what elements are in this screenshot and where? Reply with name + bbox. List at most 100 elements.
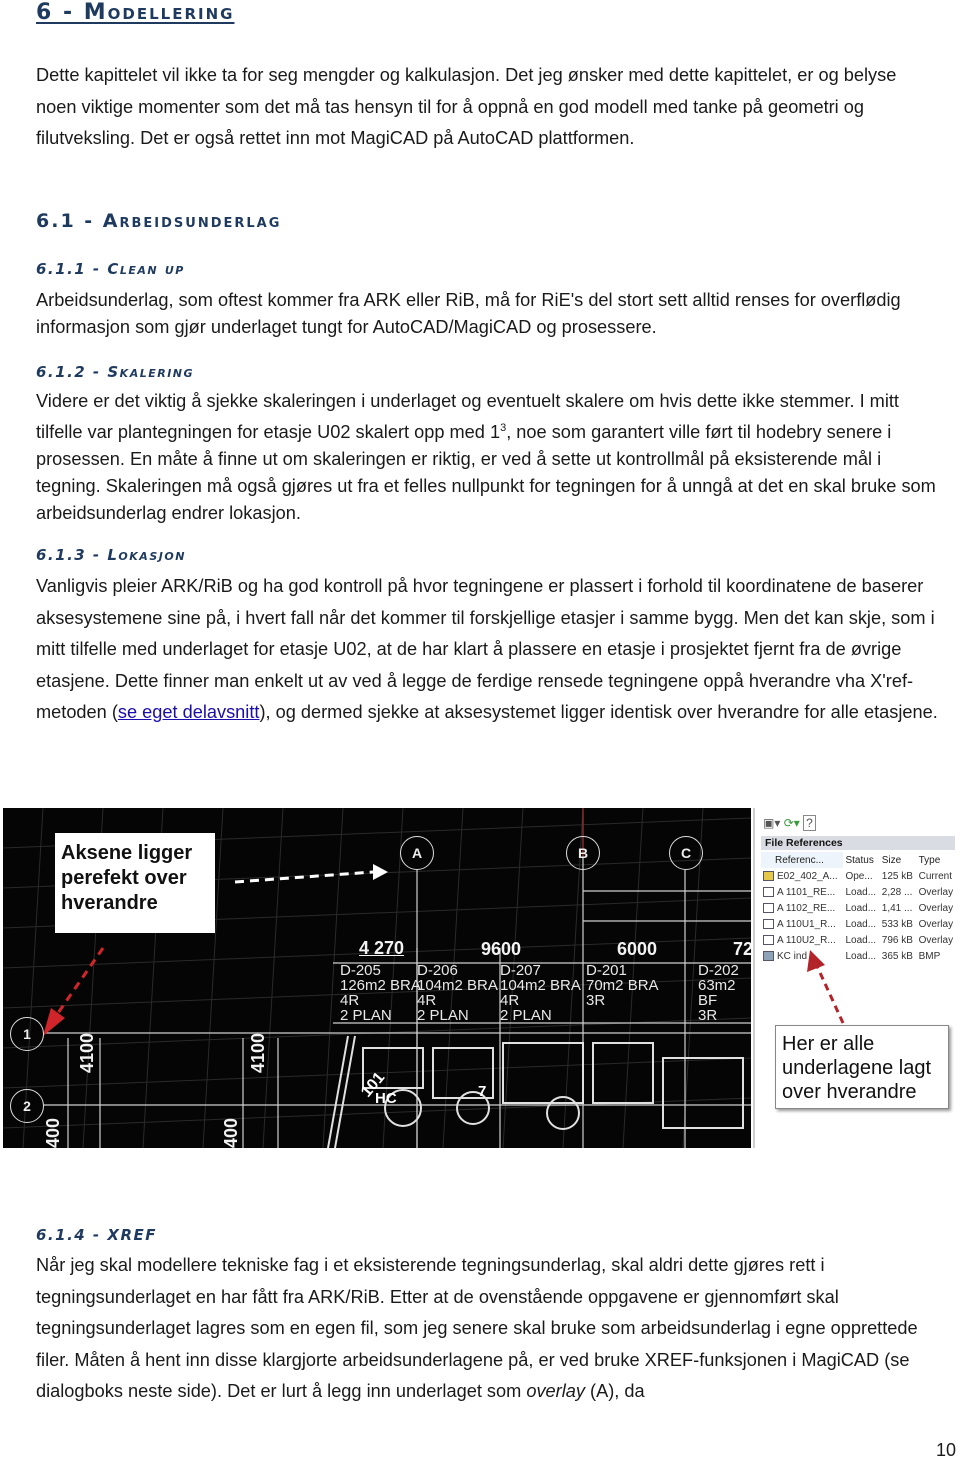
axis-marker-b: B	[566, 836, 600, 870]
xref-icon	[763, 886, 774, 897]
table-row[interactable]: A 110U1_R... Load... 533 kB Overlay	[761, 916, 957, 932]
dimension-4100-right: 4100	[248, 1032, 268, 1073]
reference-name: E02_402_A...	[777, 870, 838, 882]
room-label: D-202 63m2 BF 3R	[698, 963, 751, 1023]
room-area: 126m2 BRA	[340, 977, 421, 994]
room-count: 4R	[340, 992, 360, 1009]
room-id: D-207	[500, 962, 541, 979]
xref-text-2: (A), da	[584, 1381, 645, 1401]
room-label: D-206 104m2 BRA 4R 2 PLAN	[417, 963, 498, 1023]
reference-status: Load...	[845, 918, 877, 930]
axis-marker-a: A	[400, 836, 434, 870]
lokasjon-text-1: Vanligvis pleier ARK/RiB og ha god kontr…	[36, 576, 935, 722]
reference-name: A 1102_RE...	[777, 902, 836, 914]
xref-icon	[763, 918, 774, 929]
room-area: 104m2 BRA	[500, 977, 581, 994]
subsection-heading-clean-up: 6.1.1 - Clean up	[36, 260, 185, 278]
table-header-row: Referenc... Status Size Type	[761, 852, 957, 868]
subsection-heading-lokasjon: 6.1.3 - Lokasjon	[36, 546, 186, 564]
reference-size: 1,41 ...	[881, 902, 913, 914]
xref-italic-overlay: overlay	[526, 1381, 585, 1401]
xref-icon	[763, 902, 774, 913]
dimension-72: 72	[733, 939, 751, 959]
section-heading: 6.1 - Arbeidsunderlag	[36, 210, 282, 232]
room-area: 104m2 BRA	[417, 977, 498, 994]
table-row[interactable]: A 1101_RE... Load... 2,28 ... Overlay	[761, 884, 957, 900]
room-area: 63m2 BF	[698, 977, 736, 1009]
dimension-9600: 9600	[481, 939, 522, 959]
room-id: D-205	[340, 962, 381, 979]
subsection-heading-xref: 6.1.4 - XREF	[36, 1226, 157, 1244]
xref-icon	[763, 934, 774, 945]
room-label: D-201 70m2 BRA 3R	[586, 963, 659, 1008]
reference-size: 2,28 ...	[881, 886, 913, 898]
room-label: D-205 126m2 BRA 4R 2 PLAN	[340, 963, 421, 1023]
room-count: 3R	[586, 992, 606, 1009]
axis-marker-1: 1	[10, 1017, 44, 1051]
clean-up-paragraph: Arbeidsunderlag, som oftest kommer fra A…	[36, 290, 901, 337]
room-id: D-206	[417, 962, 458, 979]
xref-text-1: Når jeg skal modellere tekniske fag i et…	[36, 1255, 918, 1401]
reference-name: A 1101_RE...	[777, 886, 836, 898]
column-header-reference[interactable]: Referenc...	[761, 852, 844, 868]
dimension-400-left: 400	[43, 1117, 63, 1148]
reference-type: Overlay	[918, 918, 954, 930]
file-references-toolbar: ▣▾ ⟳▾ ?	[763, 815, 816, 831]
reference-size: 796 kB	[881, 934, 913, 946]
axis-marker-2: 2	[10, 1089, 44, 1123]
room-plan: 2 PLAN	[417, 1007, 469, 1024]
attach-icon[interactable]: ▣▾	[763, 816, 780, 830]
reference-size: 125 kB	[881, 870, 913, 882]
axis-marker-c: C	[669, 836, 703, 870]
current-drawing-icon	[763, 870, 774, 881]
reference-name: A 110U1_R...	[777, 918, 836, 930]
cad-drawing-canvas: 101 HC 7 Aksene ligger perefekt over hve…	[3, 808, 751, 1148]
lokasjon-paragraph: Vanligvis pleier ARK/RiB og ha god kontr…	[36, 571, 941, 729]
intro-paragraph: Dette kapittelet vil ikke ta for seg men…	[36, 65, 897, 148]
file-references-title: File References	[761, 836, 955, 850]
xref-paragraph: Når jeg skal modellere tekniske fag i et…	[36, 1250, 941, 1408]
reference-status: Load...	[845, 886, 877, 898]
table-row[interactable]: A 1102_RE... Load... 1,41 ... Overlay	[761, 900, 957, 916]
column-header-status[interactable]: Status	[843, 852, 879, 868]
room-plan: 2 PLAN	[500, 1007, 552, 1024]
dimension-4100-left: 4100	[77, 1032, 97, 1073]
room-id: D-201	[586, 962, 627, 979]
room-area: 70m2 BRA	[586, 977, 659, 994]
dimension-4270: 4 270	[359, 938, 405, 958]
refresh-icon[interactable]: ⟳▾	[784, 816, 800, 830]
page-number: 10	[935, 1440, 956, 1460]
dimension-400-right: 400	[221, 1117, 241, 1148]
chapter-heading: 6 - Modellering	[36, 0, 235, 25]
callout-all-overlays: Her er alle underlagene lagt over hveran…	[775, 1025, 949, 1109]
lokasjon-text-2: ), og dermed sjekke at aksesystemet ligg…	[259, 702, 938, 722]
reference-status: Ope...	[845, 870, 873, 882]
reference-name: A 110U2_R...	[777, 934, 836, 946]
reference-status: Load...	[845, 902, 877, 914]
room-label: D-207 104m2 BRA 4R 2 PLAN	[500, 963, 581, 1023]
reference-type: Overlay	[918, 886, 954, 898]
reference-status: Load...	[845, 934, 877, 946]
room-plan: 2 PLAN	[340, 1007, 392, 1024]
plan-label-hc: HC	[375, 1090, 397, 1107]
table-row[interactable]: E02_402_A... Ope... 125 kB Current	[761, 868, 957, 884]
reference-type: Overlay	[918, 934, 954, 946]
delavsnitt-link[interactable]: se eget delavsnitt	[118, 702, 260, 722]
table-row[interactable]: A 110U2_R... Load... 796 kB Overlay	[761, 932, 957, 948]
room-count: 4R	[500, 992, 520, 1009]
reference-type: Current	[918, 870, 952, 882]
skalering-paragraph: Videre er det viktig å sjekke skaleringe…	[36, 388, 941, 527]
reference-size: 533 kB	[881, 918, 913, 930]
dimension-6000: 6000	[617, 939, 658, 959]
plan-label-7: 7	[478, 1083, 486, 1100]
room-count: 4R	[417, 992, 437, 1009]
room-id: D-202	[698, 962, 739, 979]
column-header-type[interactable]: Type	[917, 852, 957, 868]
callout-axes-aligned: Aksene ligger perefekt over hverandre	[55, 833, 215, 933]
column-header-size[interactable]: Size	[880, 852, 917, 868]
reference-type: Overlay	[918, 902, 954, 914]
subsection-heading-skalering: 6.1.2 - Skalering	[36, 363, 195, 381]
help-icon[interactable]: ?	[803, 815, 816, 831]
room-count: 3R	[698, 1007, 718, 1024]
cad-screenshot-figure: 101 HC 7 Aksene ligger perefekt over hve…	[3, 808, 959, 1148]
